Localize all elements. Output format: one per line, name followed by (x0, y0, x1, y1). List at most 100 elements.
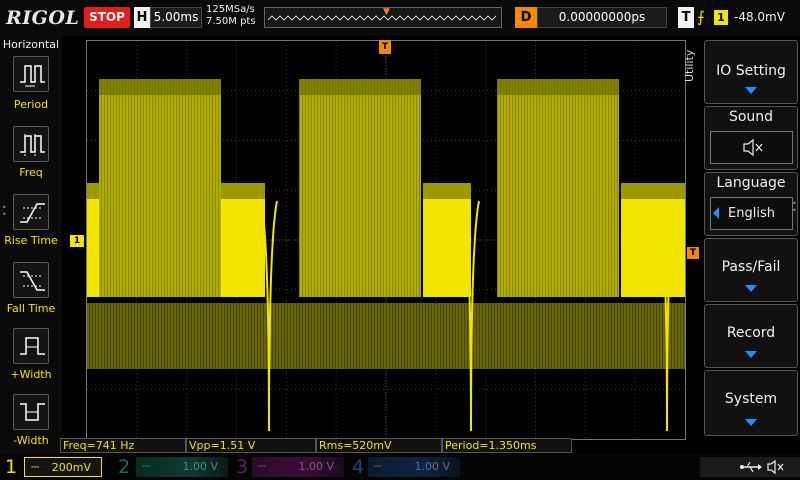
negative-width-icon (20, 403, 45, 421)
io-setting-label: IO Setting (716, 63, 786, 79)
signal-burst (299, 79, 421, 297)
system-button[interactable]: System (704, 370, 798, 436)
trigger-label: T (678, 7, 694, 28)
memory-depth: 7.50M pts (206, 16, 256, 27)
ch1-scale-box[interactable]: ⎓ 200mV (24, 457, 102, 477)
trigger-position-marker[interactable]: T (379, 40, 391, 54)
signal-burst-top (299, 79, 421, 95)
scroll-dots-icon: • • (792, 199, 797, 215)
record-button[interactable]: Record (704, 304, 798, 368)
measure-period-button[interactable] (13, 56, 49, 92)
fall-time-icon (20, 271, 45, 291)
system-label: System (724, 391, 778, 407)
signal-mid-top (221, 183, 265, 199)
usb-icon (740, 461, 762, 473)
measurement-freq[interactable]: Freq=741 Hz (60, 438, 186, 453)
signal-mid-top (423, 183, 471, 199)
ch2-scale: 1.00 V (182, 460, 218, 473)
measurement-results: Freq=741 Hz Vpp=1.51 V Rms=520mV Period=… (60, 438, 686, 454)
measure-positive-width-label: +Width (10, 368, 52, 381)
acquisition-info: 125MSa/s 7.50M pts (206, 4, 256, 28)
run-stop-indicator[interactable]: STOP (84, 7, 130, 28)
ch3-scale-box[interactable]: ⎓ 1.00 V (252, 457, 344, 477)
signal-burst-top (99, 79, 221, 95)
measurement-vpp[interactable]: Vpp=1.51 V (186, 438, 316, 453)
ch4-scale-box[interactable]: ⎓ 1.00 V (368, 457, 460, 477)
rigol-logo: RIGOL (6, 7, 80, 29)
ch2-number[interactable]: 2 (118, 454, 130, 480)
sound-button[interactable]: Sound (704, 106, 798, 170)
measurement-rms[interactable]: Rms=520mV (316, 438, 442, 453)
horizontal-label: H (134, 7, 150, 28)
scroll-dots-icon: • • (2, 203, 7, 219)
signal-mid-level (621, 197, 685, 297)
measure-negative-width-button[interactable] (13, 394, 49, 430)
trigger-level-value[interactable]: -48.0mV (734, 7, 785, 28)
horizontal-measure-menu: Horizontal Period Freq • • Rise Time Fall… (0, 36, 62, 454)
sound-value-box (710, 131, 793, 164)
sample-rate: 125MSa/s (206, 4, 255, 15)
measure-fall-time-label: Fall Time (6, 302, 56, 315)
ch1-offset-marker[interactable]: 1 (70, 235, 84, 247)
dc-coupling-icon: ⎓ (374, 461, 382, 472)
language-button[interactable]: Language English (704, 172, 798, 236)
measure-rise-time-button[interactable] (13, 194, 49, 230)
measure-frequency-label: Freq (19, 166, 43, 179)
menu-title: Horizontal (2, 38, 60, 51)
language-value: English (728, 206, 775, 221)
measure-fall-time-button[interactable] (13, 262, 49, 298)
language-label: Language (716, 175, 786, 191)
submenu-arrow-icon (745, 351, 757, 358)
submenu-arrow-icon (745, 419, 757, 426)
ch3-number[interactable]: 3 (236, 454, 248, 480)
measure-negative-width-label: -Width (13, 434, 49, 447)
measurement-period[interactable]: Period=1.350ms (442, 438, 572, 453)
top-status-bar: RIGOL STOP H 5.00ms 125MSa/s 7.50M pts ▼… (0, 0, 800, 36)
dc-coupling-icon: ⎓ (258, 461, 266, 472)
record-label: Record (726, 325, 776, 341)
ch4-number[interactable]: 4 (352, 454, 364, 480)
memory-position-bar[interactable]: ▼ (264, 7, 502, 28)
trigger-level-marker[interactable]: T (687, 247, 699, 259)
ch2-scale-box[interactable]: ⎓ 1.00 V (136, 457, 228, 477)
waveform-display[interactable] (86, 40, 686, 440)
measure-period-label: Period (13, 98, 49, 111)
signal-mid-top (621, 183, 685, 199)
pass-fail-button[interactable]: Pass/Fail (704, 238, 798, 302)
trigger-source[interactable]: 1 (714, 10, 728, 25)
submenu-arrow-icon (745, 87, 757, 94)
waveform-canvas (87, 41, 685, 439)
rising-edge-icon: ⨍ (697, 8, 705, 26)
measure-frequency-button[interactable] (13, 126, 49, 162)
ch1-number[interactable]: 1 (5, 454, 17, 480)
signal-burst-top (497, 79, 619, 95)
delay-label: D (515, 7, 537, 28)
delay-value[interactable]: 0.00000000ps (537, 7, 667, 28)
system-status-icons (700, 457, 800, 477)
sound-label: Sound (728, 109, 774, 125)
dc-coupling-icon: ⎓ (142, 461, 150, 472)
io-setting-button[interactable]: IO Setting (704, 40, 798, 104)
pass-fail-label: Pass/Fail (721, 259, 781, 275)
language-value-box: English (710, 197, 793, 230)
submenu-arrow-icon (745, 285, 757, 292)
signal-burst (497, 79, 619, 297)
noise-band-lower (87, 303, 685, 369)
ch1-waveform-trace (87, 79, 685, 432)
channel-status-bar: 1 ⎓ 200mV 2 ⎓ 1.00 V 3 ⎓ 1.00 V 4 ⎓ 1.00… (0, 454, 800, 480)
measure-rise-time-label: Rise Time (4, 234, 58, 247)
speaker-muted-icon (767, 459, 784, 475)
signal-mid-level (221, 197, 265, 297)
horizontal-scale-value[interactable]: 5.00ms (150, 7, 202, 28)
trigger-position-icon: ▼ (383, 7, 390, 17)
ch3-scale: 1.00 V (298, 460, 334, 473)
period-icon (20, 65, 45, 87)
measure-positive-width-button[interactable] (13, 328, 49, 364)
utility-menu-tab: Utility (683, 49, 696, 82)
signal-mid-top (87, 183, 99, 199)
rise-time-icon (20, 203, 45, 223)
signal-mid-level (87, 197, 99, 297)
ch4-scale: 1.00 V (414, 460, 450, 473)
frequency-icon (20, 134, 45, 158)
positive-width-icon (20, 337, 45, 355)
